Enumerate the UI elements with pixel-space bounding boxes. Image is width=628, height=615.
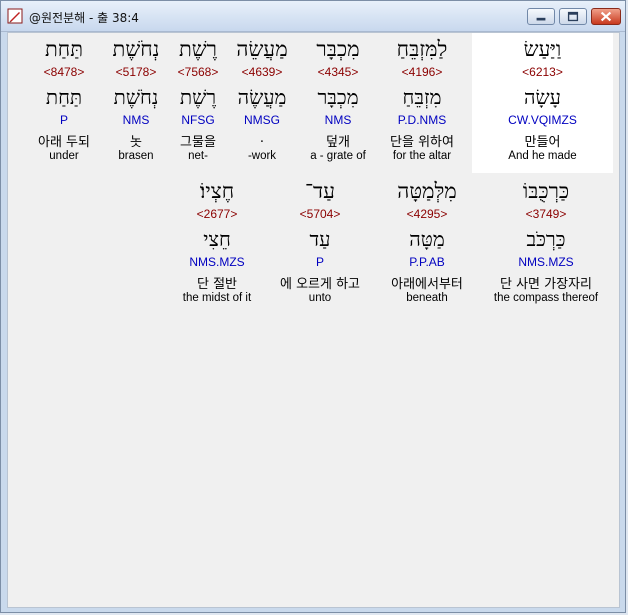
- hebrew-lemma: מַעֲשֶׂה: [237, 85, 287, 109]
- english-gloss: a - grate of: [310, 150, 366, 162]
- strong-number[interactable]: <4345>: [296, 65, 380, 79]
- hebrew-word: לַמִּזְבֵּחַ: [396, 37, 448, 61]
- hebrew-word: מִלְּמַטָּה: [397, 179, 457, 203]
- morphology-code: NMS: [324, 113, 352, 127]
- strong-number[interactable]: <2677>: [173, 207, 261, 221]
- minimize-button[interactable]: [527, 8, 555, 25]
- word-card-selected[interactable]: וַיַּעַשׂ <6213> עָשָׂה CW.VQIMZS 만들어 An…: [472, 33, 613, 173]
- english-gloss: -work: [247, 150, 277, 162]
- morphology-code: NMSG: [244, 113, 280, 127]
- strong-number[interactable]: <6213>: [472, 65, 613, 79]
- app-window: @원전분해 - 출 38:4 תַּחַת <8478> תַּחַת P 아래…: [0, 0, 626, 613]
- morphology-code: P.P.AB: [409, 255, 445, 269]
- hebrew-lemma: עַד: [309, 227, 331, 251]
- word-card[interactable]: מִכְבָּר <4345> מִכְבָּר NMS 덮개 a - grat…: [296, 33, 380, 173]
- window-title: @원전분해 - 출 38:4: [29, 11, 139, 25]
- korean-gloss: 만들어: [524, 135, 561, 150]
- morphology-code: P.D.NMS: [397, 113, 447, 127]
- strong-number[interactable]: <3749>: [483, 207, 609, 221]
- hebrew-lemma: חֵצִי: [203, 227, 231, 251]
- hebrew-word: כַּרְכֻּבּוֹ: [522, 179, 570, 203]
- word-card[interactable]: מִלְּמַטָּה <4295> מַטָּה P.P.AB 아래에서부터 …: [377, 175, 477, 315]
- title-bar[interactable]: @원전분해 - 출 38:4: [1, 1, 625, 32]
- word-card[interactable]: חֶצְיוֹ׃ <2677> חֵצִי NMS.MZS 단 절반 the m…: [173, 175, 261, 315]
- hebrew-lemma: כַּרְכֹּב: [526, 227, 566, 251]
- english-gloss: And he made: [508, 150, 577, 162]
- korean-gloss: .: [259, 131, 265, 146]
- english-gloss: the midst of it: [182, 292, 252, 304]
- hebrew-word: עַד־: [304, 179, 336, 203]
- app-pen-icon: [7, 8, 23, 24]
- strong-number[interactable]: <4295>: [377, 207, 477, 221]
- strong-number[interactable]: <4196>: [380, 65, 464, 79]
- strong-number[interactable]: <4639>: [220, 65, 304, 79]
- korean-gloss: 에 오르게 하고: [279, 277, 361, 292]
- english-gloss: the compass thereof: [493, 292, 599, 304]
- hebrew-lemma: מִכְבָּר: [317, 85, 359, 109]
- morphology-code: P: [315, 255, 324, 269]
- word-card[interactable]: כַּרְכֻּבּוֹ <3749> כַּרְכֹּב NMS.MZS 단 …: [483, 175, 609, 315]
- korean-gloss: 덮개: [326, 135, 350, 150]
- english-gloss: unto: [308, 292, 332, 304]
- word-card[interactable]: עַד־ <5704> עַד P 에 오르게 하고 unto: [270, 175, 370, 315]
- hebrew-word: חֶצְיוֹ׃: [199, 179, 235, 203]
- hebrew-lemma: עָשָׂה: [524, 85, 561, 109]
- morphology-code: NMS.MZS: [189, 255, 245, 269]
- maximize-button[interactable]: [559, 8, 587, 25]
- hebrew-lemma: מַטָּה: [409, 227, 445, 251]
- hebrew-lemma: מִזְבֵּחַ: [402, 85, 442, 109]
- english-gloss: beneath: [406, 292, 448, 304]
- word-card[interactable]: לַמִּזְבֵּחַ <4196> מִזְבֵּחַ P.D.NMS 단을…: [380, 33, 464, 173]
- close-button[interactable]: [591, 8, 621, 25]
- korean-gloss: 아래에서부터: [391, 277, 463, 292]
- korean-gloss: 단 절반: [196, 277, 237, 292]
- hebrew-word: מַעֲשֵׂה: [236, 37, 288, 61]
- english-gloss: for the altar: [392, 150, 452, 162]
- word-card[interactable]: מַעֲשֵׂה <4639> מַעֲשֶׂה NMSG . -work: [220, 33, 304, 173]
- hebrew-word: מִכְבָּר: [316, 37, 360, 61]
- korean-gloss: 단 사면 가장자리: [500, 277, 592, 292]
- morphology-code: CW.VQIMZS: [508, 113, 577, 127]
- korean-gloss: 단을 위하여: [390, 135, 454, 150]
- morphology-code: NMS.MZS: [518, 255, 574, 269]
- hebrew-word: וַיַּעַשׂ: [523, 37, 562, 61]
- strong-number[interactable]: <5704>: [270, 207, 370, 221]
- interlinear-panel: תַּחַת <8478> תַּחַת P 아래 두되 under נְחֹש…: [7, 32, 620, 608]
